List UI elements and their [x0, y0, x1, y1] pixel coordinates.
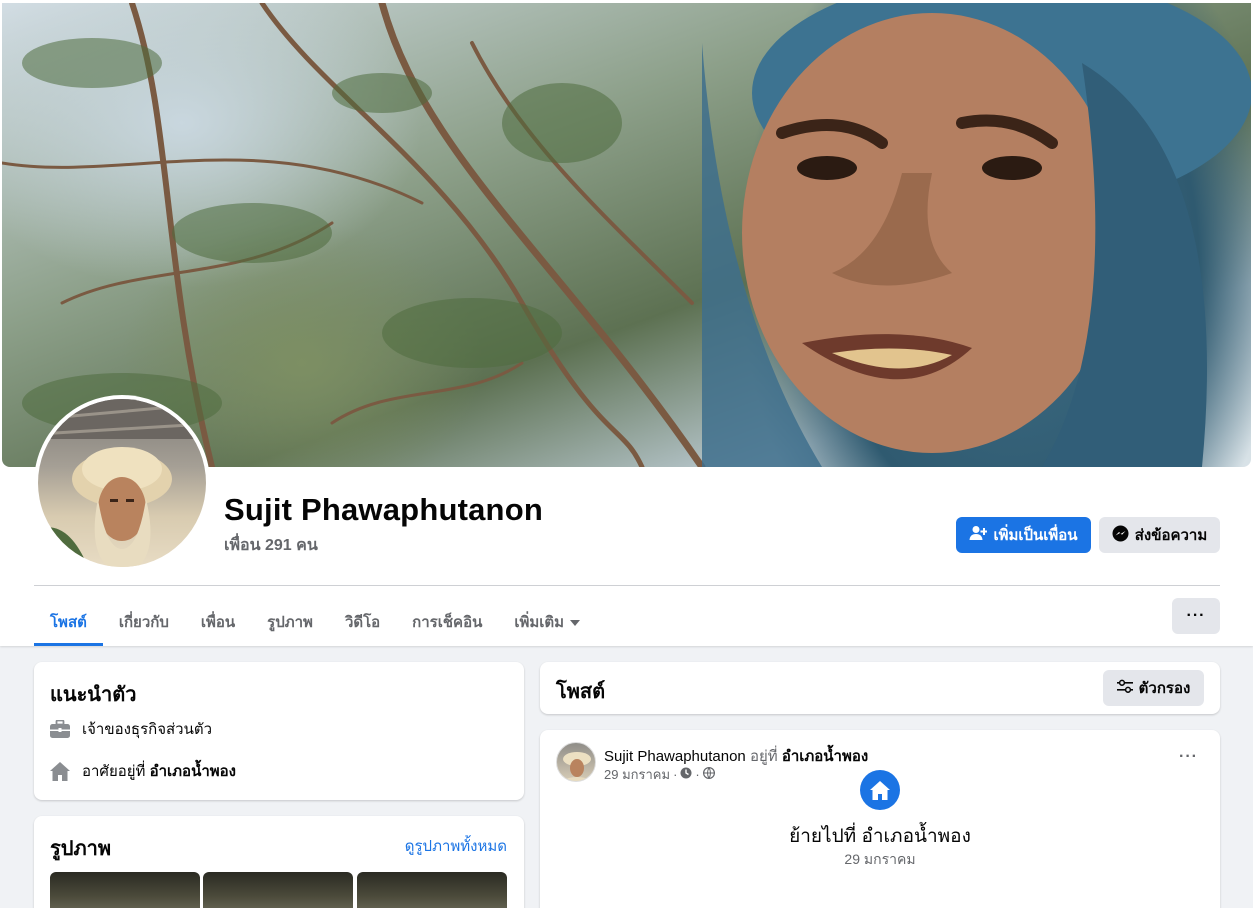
- intro-business-text: เจ้าของธุรกิจส่วนตัว: [82, 721, 213, 738]
- cover-photo[interactable]: [2, 3, 1251, 467]
- profile-name: Sujit Phawaphutanon: [224, 492, 543, 527]
- clock-icon: [680, 767, 692, 782]
- intro-lives-prefix: อาศัยอยู่ที่: [82, 763, 150, 780]
- cover-branches-illustration: [2, 3, 1251, 467]
- photo-thumbnail[interactable]: [50, 872, 200, 908]
- tab-posts[interactable]: โพสต์: [34, 597, 103, 646]
- message-button[interactable]: ส่งข้อความ: [1099, 517, 1220, 553]
- filter-button[interactable]: ตัวกรอง: [1103, 670, 1204, 706]
- post-date[interactable]: 29 มกราคม: [604, 764, 670, 785]
- post-author-avatar[interactable]: [556, 742, 596, 782]
- tab-friends[interactable]: เพื่อน: [185, 597, 251, 646]
- person-plus-icon: [969, 525, 988, 545]
- tab-label: รูปภาพ: [267, 613, 313, 631]
- posts-title: โพสต์: [556, 681, 606, 703]
- caret-down-icon: [570, 613, 581, 630]
- photo-thumbnail[interactable]: [357, 872, 507, 908]
- house-icon: [50, 761, 70, 781]
- intro-lives-text: อาศัยอยู่ที่ อำเภอน้ำพอง: [82, 759, 236, 783]
- tab-label: เพื่อน: [200, 613, 236, 631]
- friends-count[interactable]: เพื่อน 291 คน: [224, 533, 318, 558]
- tab-label: โพสต์: [50, 613, 87, 631]
- posts-header-card: โพสต์ ตัวกรอง: [540, 662, 1220, 714]
- profile-more-button[interactable]: ···: [1172, 598, 1220, 634]
- tab-about[interactable]: เกี่ยวกับ: [103, 597, 185, 646]
- see-all-photos-link[interactable]: ดูรูปภาพทั้งหมด: [405, 834, 507, 858]
- post-at-text: อยู่ที่: [745, 748, 782, 765]
- messenger-icon: [1112, 525, 1129, 546]
- photos-card: รูปภาพ ดูรูปภาพทั้งหมด: [34, 816, 524, 908]
- post-author-name[interactable]: Sujit Phawaphutanon: [604, 748, 746, 765]
- globe-icon[interactable]: [702, 766, 715, 782]
- intro-card: แนะนำตัว เจ้าของธุรกิจส่วนตัว อาศัยอยู่ท…: [34, 662, 524, 800]
- sliders-icon: [1116, 679, 1133, 697]
- tab-label: เกี่ยวกับ: [118, 613, 169, 631]
- post-card: Sujit Phawaphutanon อยู่ที่ อำเภอน้ำพอง …: [540, 730, 1220, 908]
- header-divider: [34, 585, 1220, 586]
- profile-header: Sujit Phawaphutanon เพื่อน 291 คน เพิ่มเ…: [0, 0, 1253, 646]
- post-options-button[interactable]: ···: [1179, 748, 1198, 766]
- avatar: [38, 399, 206, 567]
- tab-photos[interactable]: รูปภาพ: [251, 597, 329, 646]
- add-friend-button[interactable]: เพิ่มเป็นเพื่อน: [956, 517, 1091, 553]
- intro-title: แนะนำตัว: [50, 684, 137, 706]
- tab-more[interactable]: เพิ่มเติม: [498, 597, 596, 646]
- life-event-text: ย้ายไปที่ อำเภอน้ำพอง: [789, 826, 971, 847]
- profile-tabs: โพสต์ เกี่ยวกับ เพื่อน รูปภาพ วิดีโอ การ…: [34, 597, 596, 646]
- tab-label: การเช็คอิน: [412, 613, 483, 631]
- intro-lives-row: อาศัยอยู่ที่ อำเภอน้ำพอง: [50, 759, 236, 783]
- tab-label: เพิ่มเติม: [514, 613, 565, 631]
- post-place-link[interactable]: อำเภอน้ำพอง: [782, 748, 868, 765]
- intro-lives-place[interactable]: อำเภอน้ำพอง: [150, 763, 236, 780]
- life-event-date: 29 มกราคม: [844, 851, 916, 867]
- house-icon: [860, 770, 900, 810]
- filter-label: ตัวกรอง: [1138, 680, 1191, 697]
- photo-thumbnail[interactable]: [203, 872, 353, 908]
- message-label: ส่งข้อความ: [1134, 527, 1208, 544]
- tab-label: วิดีโอ: [344, 613, 381, 631]
- intro-business-row: เจ้าของธุรกิจส่วนตัว: [50, 717, 212, 741]
- add-friend-label: เพิ่มเป็นเพื่อน: [993, 527, 1078, 544]
- briefcase-icon: [50, 719, 70, 739]
- photos-title: รูปภาพ: [50, 838, 112, 860]
- meta-separator: ·: [695, 767, 700, 782]
- profile-picture[interactable]: [34, 395, 210, 571]
- meta-separator: ·: [673, 767, 678, 782]
- post-meta: 29 มกราคม · ·: [604, 764, 715, 785]
- avatar-portrait-illustration: [38, 399, 206, 567]
- tab-checkins[interactable]: การเช็คอิน: [396, 597, 498, 646]
- tab-videos[interactable]: วิดีโอ: [329, 597, 396, 646]
